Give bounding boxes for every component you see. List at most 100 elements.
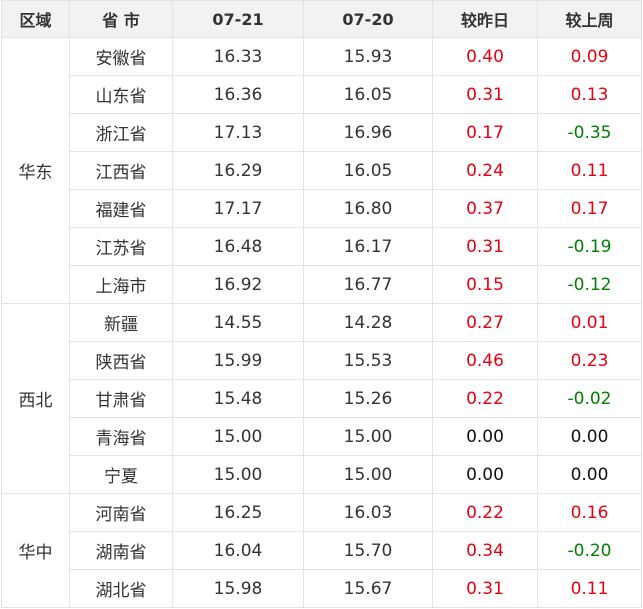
table-body: 华东 安徽省 16.33 15.93 0.40 0.09 山东省 16.36 1… [1,37,642,608]
price-date2-cell: 15.53 [303,341,433,380]
change-vs-last-week-cell: 0.17 [537,189,642,228]
province-cell: 河南省 [69,493,173,532]
change-vs-yesterday-cell: 0.34 [432,531,538,570]
price-date2-cell: 16.05 [303,75,433,114]
table-row: 上海市 16.92 16.77 0.15 -0.12 [2,265,642,304]
change-vs-yesterday-cell: 0.22 [432,493,538,532]
price-date2-cell: 15.00 [303,417,433,456]
table-row: 宁夏 15.00 15.00 0.00 0.00 [2,455,642,494]
column-header-region: 区域 [1,0,70,38]
change-vs-yesterday-cell: 0.17 [432,113,538,152]
change-vs-last-week-cell: -0.02 [537,379,642,418]
price-date2-cell: 15.26 [303,379,433,418]
price-date1-cell: 16.04 [172,531,304,570]
change-vs-yesterday-cell: 0.24 [432,151,538,190]
change-vs-last-week-cell: 0.01 [537,303,642,342]
change-vs-last-week-cell: -0.35 [537,113,642,152]
price-date2-cell: 16.17 [303,227,433,266]
price-date1-cell: 17.17 [172,189,304,228]
change-vs-last-week-cell: 0.09 [537,37,642,76]
province-cell: 青海省 [69,417,173,456]
province-cell: 江苏省 [69,227,173,266]
change-vs-yesterday-cell: 0.22 [432,379,538,418]
province-cell: 宁夏 [69,455,173,494]
table-row: 江苏省 16.48 16.17 0.31 -0.19 [2,227,642,266]
header-row: 区域 省 市 07-21 07-20 较昨日 较上周 [1,0,642,38]
column-header-date2: 07-20 [303,0,433,38]
price-date1-cell: 15.99 [172,341,304,380]
change-vs-last-week-cell: 0.16 [537,493,642,532]
change-vs-yesterday-cell: 0.37 [432,189,538,228]
change-vs-yesterday-cell: 0.27 [432,303,538,342]
table-row: 湖北省 15.98 15.67 0.31 0.11 [2,569,642,608]
price-date1-cell: 15.48 [172,379,304,418]
price-date2-cell: 16.77 [303,265,433,304]
province-cell: 山东省 [69,75,173,114]
change-vs-last-week-cell: -0.20 [537,531,642,570]
price-date2-cell: 16.03 [303,493,433,532]
price-date2-cell: 15.00 [303,455,433,494]
province-cell: 江西省 [69,151,173,190]
region-cell: 西北 [1,303,70,494]
change-vs-yesterday-cell: 0.46 [432,341,538,380]
change-vs-yesterday-cell: 0.40 [432,37,538,76]
change-vs-yesterday-cell: 0.00 [432,417,538,456]
table-row: 西北 新疆 14.55 14.28 0.27 0.01 [1,303,642,494]
change-vs-last-week-cell: 0.13 [537,75,642,114]
price-date1-cell: 16.29 [172,151,304,190]
table-row: 青海省 15.00 15.00 0.00 0.00 [2,417,642,456]
change-vs-last-week-cell: 0.00 [537,417,642,456]
change-vs-yesterday-cell: 0.31 [432,569,538,608]
province-cell: 上海市 [69,265,173,304]
change-vs-last-week-cell: 0.11 [537,151,642,190]
price-date1-cell: 16.33 [172,37,304,76]
price-date2-cell: 14.28 [303,303,433,342]
table-row: 陕西省 15.99 15.53 0.46 0.23 [2,341,642,380]
price-date1-cell: 16.92 [172,265,304,304]
change-vs-last-week-cell: -0.19 [537,227,642,266]
price-table: 区域 省 市 07-21 07-20 较昨日 较上周 华东 安徽省 16.33 … [1,0,642,608]
province-cell: 福建省 [69,189,173,228]
table-row: 浙江省 17.13 16.96 0.17 -0.35 [2,113,642,152]
table-row: 甘肃省 15.48 15.26 0.22 -0.02 [2,379,642,418]
region-cell: 华东 [1,37,70,304]
region-cell: 华中 [1,493,70,608]
table-row: 山东省 16.36 16.05 0.31 0.13 [2,75,642,114]
price-date1-cell: 16.36 [172,75,304,114]
change-vs-last-week-cell: 0.23 [537,341,642,380]
price-date2-cell: 16.80 [303,189,433,228]
column-header-vs-yesterday: 较昨日 [432,0,538,38]
change-vs-yesterday-cell: 0.00 [432,455,538,494]
province-cell: 甘肃省 [69,379,173,418]
price-date2-cell: 15.67 [303,569,433,608]
price-date1-cell: 14.55 [172,303,304,342]
column-header-date1: 07-21 [172,0,304,38]
province-cell: 浙江省 [69,113,173,152]
table-header: 区域 省 市 07-21 07-20 较昨日 较上周 [1,0,642,38]
table-row: 福建省 17.17 16.80 0.37 0.17 [2,189,642,228]
price-date1-cell: 15.00 [172,417,304,456]
table-row: 湖南省 16.04 15.70 0.34 -0.20 [2,531,642,570]
table-row: 江西省 16.29 16.05 0.24 0.11 [2,151,642,190]
column-header-vs-last-week: 较上周 [537,0,642,38]
column-header-province: 省 市 [69,0,173,38]
change-vs-last-week-cell: 0.11 [537,569,642,608]
province-cell: 湖北省 [69,569,173,608]
price-date1-cell: 16.48 [172,227,304,266]
table-row: 华东 安徽省 16.33 15.93 0.40 0.09 [1,37,642,304]
price-date2-cell: 16.05 [303,151,433,190]
change-vs-last-week-cell: 0.00 [537,455,642,494]
change-vs-yesterday-cell: 0.31 [432,227,538,266]
price-date1-cell: 15.98 [172,569,304,608]
province-cell: 安徽省 [69,37,173,76]
change-vs-yesterday-cell: 0.15 [432,265,538,304]
price-date1-cell: 16.25 [172,493,304,532]
price-date2-cell: 16.96 [303,113,433,152]
price-date1-cell: 17.13 [172,113,304,152]
table-row: 华中 河南省 16.25 16.03 0.22 0.16 [1,493,642,608]
province-cell: 新疆 [69,303,173,342]
price-date1-cell: 15.00 [172,455,304,494]
price-date2-cell: 15.93 [303,37,433,76]
province-cell: 陕西省 [69,341,173,380]
change-vs-last-week-cell: -0.12 [537,265,642,304]
